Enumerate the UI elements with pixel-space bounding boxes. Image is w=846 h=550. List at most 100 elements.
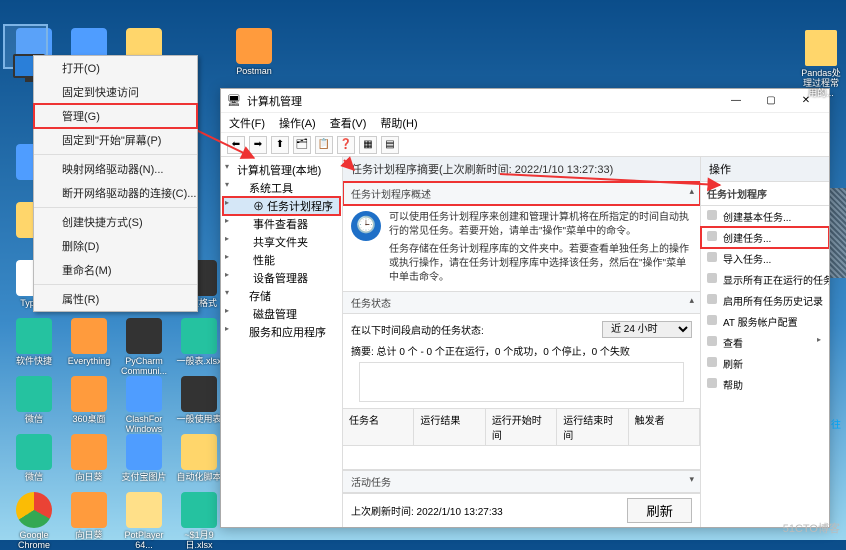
context-menu-item[interactable]: 断开网络驱动器的连接(C)... [34, 181, 197, 205]
column-header[interactable]: 运行结束时间 [557, 409, 628, 445]
action-item[interactable]: 帮助 [701, 374, 829, 395]
toolbar-button[interactable]: ▦ [359, 136, 377, 154]
menu-item[interactable]: 文件(F) [229, 115, 265, 131]
app-icon [236, 28, 272, 64]
center-header: 任务计划程序摘要(上次刷新时间: 2022/1/10 13:27:33) [343, 157, 700, 182]
action-item[interactable]: 创建基本任务... [701, 206, 829, 227]
toolbar-button[interactable]: ⬅ [227, 136, 245, 154]
desktop-icon[interactable]: 向日葵 [63, 492, 115, 540]
toolbar-button[interactable]: 🗂 [293, 136, 311, 154]
tree-device-manager[interactable]: 设备管理器 [223, 269, 340, 287]
menu-item[interactable]: 查看(V) [330, 115, 367, 131]
overview-text-2: 任务存储在任务计划程序库的文件夹中。若要查看单独任务上的操作或执行操作，请在任务… [389, 243, 692, 285]
desktop-icon[interactable]: 360桌面 [63, 376, 115, 424]
desktop-icon[interactable]: ~$1月9日.xlsx [173, 492, 225, 550]
toolbar-button[interactable]: ❓ [337, 136, 355, 154]
context-menu-item[interactable]: 打开(O) [34, 56, 197, 80]
tree-services[interactable]: 服务和应用程序 [223, 323, 340, 341]
action-item[interactable]: AT 服务帐户配置 [701, 311, 829, 332]
titlebar[interactable]: 🖥 计算机管理 — ▢ ✕ [221, 89, 829, 113]
tree-event-viewer[interactable]: 事件查看器 [223, 215, 340, 233]
refresh-button[interactable]: 刷新 [627, 498, 692, 523]
tree-task-scheduler[interactable]: ⊕ 任务计划程序 [223, 197, 340, 215]
desktop-icon[interactable]: Everything [63, 318, 115, 366]
summary-text: 摘要: 总计 0 个 - 0 个正在运行，0 个成功，0 个停止，0 个失败 [351, 341, 692, 360]
desktop-icon[interactable]: 微信 [8, 434, 60, 482]
action-item[interactable]: 显示所有正在运行的任务 [701, 269, 829, 290]
column-header[interactable]: 运行开始时间 [486, 409, 557, 445]
context-menu-item[interactable]: 创建快捷方式(S) [34, 210, 197, 234]
overview-header[interactable]: 任务计划程序概述 ▴ [343, 182, 700, 205]
app-icon [126, 376, 162, 412]
watermark: 51CTO博客 [783, 520, 840, 536]
app-icon [71, 492, 107, 528]
context-menu-item[interactable]: 删除(D) [34, 234, 197, 258]
action-item[interactable]: 创建任务... [701, 227, 829, 248]
desktop-icon[interactable]: PotPlayer 64... [118, 492, 170, 550]
desktop-icon[interactable]: PyCharm Communi... [118, 318, 170, 376]
desktop-icon[interactable]: 软件快捷 [8, 318, 60, 366]
menu-item[interactable]: 操作(A) [279, 115, 316, 131]
action-item[interactable]: 启用所有任务历史记录 [701, 290, 829, 311]
maximize-button[interactable]: ▢ [754, 90, 788, 112]
collapse-icon[interactable]: ▴ [689, 295, 694, 306]
active-tasks-header[interactable]: 活动任务 ▾ [343, 470, 700, 493]
window-title: 计算机管理 [247, 93, 302, 109]
actions-pane: 操作 任务计划程序 创建基本任务...创建任务...导入任务...显示所有正在运… [701, 157, 829, 527]
minimize-button[interactable]: — [719, 90, 753, 112]
status-area [359, 362, 684, 402]
column-header[interactable]: 运行结果 [414, 409, 485, 445]
menu-item[interactable]: 帮助(H) [380, 115, 417, 131]
tree-shared-folders[interactable]: 共享文件夹 [223, 233, 340, 251]
computer-management-window: 🖥 计算机管理 — ▢ ✕ 文件(F) 操作(A) 查看(V) 帮助(H) ⬅➡⬆🗂📋… [220, 88, 830, 528]
desktop-icon[interactable]: 向日葵 [63, 434, 115, 482]
desktop-icon[interactable]: ClashFor Windows [118, 376, 170, 434]
app-icon [126, 318, 162, 354]
app-icon [181, 318, 217, 354]
column-header[interactable]: 触发者 [629, 409, 700, 445]
column-header[interactable]: 任务名 [343, 409, 414, 445]
desktop-icon[interactable]: 微信 [8, 376, 60, 424]
context-menu-item[interactable]: 属性(R) [34, 287, 197, 311]
side-link[interactable]: 往 [831, 416, 841, 431]
tree-storage[interactable]: 存储 [223, 287, 340, 305]
desktop-icon-label: Google Chrome [18, 530, 50, 550]
desktop-icon[interactable]: 支付宝图片 [118, 434, 170, 482]
app-icon: 🖥 [227, 94, 241, 107]
context-menu-item[interactable]: 固定到"开始"屏幕(P) [34, 128, 197, 152]
app-icon [126, 492, 162, 528]
collapse-icon[interactable]: ▴ [689, 186, 694, 197]
action-item[interactable]: 查看▸ [701, 332, 829, 353]
desktop-icon[interactable]: Postman [228, 28, 280, 76]
desktop-icon-label: 微信 [25, 472, 43, 482]
desktop-file-label: Pandas处理过程常用的... [801, 68, 841, 98]
collapse-icon[interactable]: ▾ [689, 474, 694, 485]
action-item[interactable]: 刷新 [701, 353, 829, 374]
toolbar-button[interactable]: 📋 [315, 136, 333, 154]
action-item[interactable]: 导入任务... [701, 248, 829, 269]
desktop-icon[interactable]: 一般表.xlsx [173, 318, 225, 366]
context-menu-item[interactable]: 重命名(M) [34, 258, 197, 282]
actions-group: 任务计划程序 [701, 182, 829, 206]
context-menu-item[interactable]: 管理(G) [34, 104, 197, 128]
context-menu-item[interactable]: 固定到快速访问 [34, 80, 197, 104]
app-icon [181, 376, 217, 412]
tree-disk-mgmt[interactable]: 磁盘管理 [223, 305, 340, 323]
submenu-arrow-icon: ▸ [817, 335, 821, 344]
desktop-icon[interactable]: 一般使用表 [173, 376, 225, 424]
desktop-file-pandas[interactable]: Pandas处理过程常用的... [801, 30, 841, 98]
toolbar-button[interactable]: ▤ [381, 136, 399, 154]
overview-body: 🕒 可以使用任务计划程序来创建和管理计算机将在所指定的时间自动执行的常见任务。若… [343, 205, 700, 291]
toolbar-button[interactable]: ➡ [249, 136, 267, 154]
tree-system-tools[interactable]: 系统工具 [223, 179, 340, 197]
period-select[interactable]: 近 24 小时 [602, 321, 692, 338]
desktop-icon-label: 向日葵 [75, 530, 102, 540]
toolbar-button[interactable]: ⬆ [271, 136, 289, 154]
tree-root[interactable]: 计算机管理(本地) [223, 161, 340, 179]
context-menu-item[interactable]: 映射网络驱动器(N)... [34, 157, 197, 181]
desktop-icon[interactable]: Google Chrome [8, 492, 60, 550]
tree-performance[interactable]: 性能 [223, 251, 340, 269]
desktop-icon[interactable]: 自动化脚本 [173, 434, 225, 482]
folder-icon [805, 30, 837, 66]
task-status-header[interactable]: 任务状态 ▴ [343, 291, 700, 314]
